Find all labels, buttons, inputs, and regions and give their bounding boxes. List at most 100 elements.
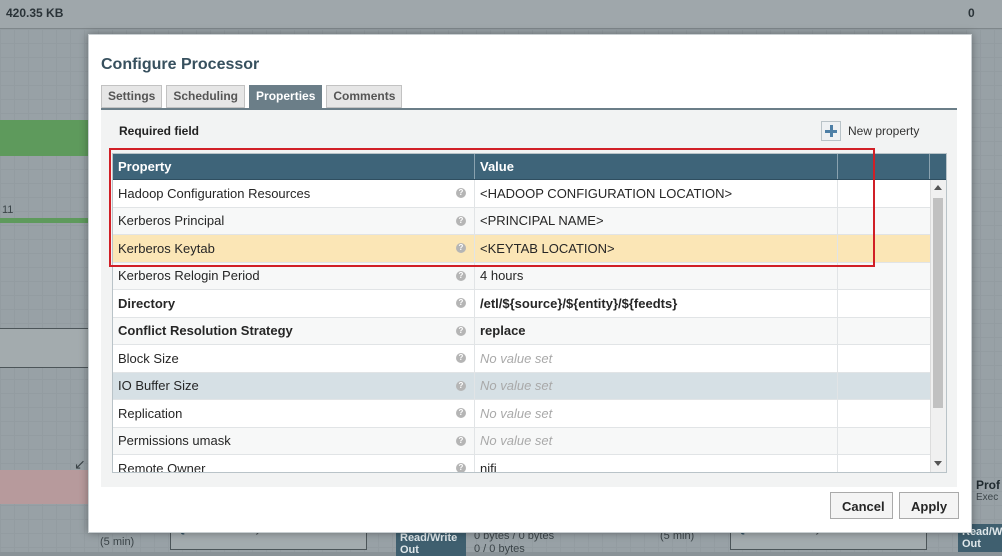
canvas-connection xyxy=(0,218,88,223)
tab-comments[interactable]: Comments xyxy=(326,85,403,108)
property-value-cell[interactable]: /etl/${source}/${entity}/${feedts} xyxy=(475,290,838,317)
status-bar: 420.35 KB 0 xyxy=(0,0,1002,29)
plus-icon[interactable] xyxy=(821,121,841,141)
table-body: Hadoop Configuration Resources? <HADOOP C… xyxy=(113,180,930,473)
help-icon[interactable]: ? xyxy=(456,353,466,364)
table-scrollbar[interactable] xyxy=(930,180,946,472)
canvas-processor xyxy=(0,328,90,368)
table-row[interactable]: Conflict Resolution Strategy? replace xyxy=(113,317,930,345)
property-value: nifi xyxy=(480,460,497,473)
property-value: <HADOOP CONFIGURATION LOCATION> xyxy=(480,185,733,201)
new-property-label[interactable]: New property xyxy=(848,124,919,138)
property-value-cell[interactable]: No value set xyxy=(475,427,838,454)
help-icon[interactable]: ? xyxy=(456,380,466,391)
property-value-cell[interactable]: No value set xyxy=(475,400,838,427)
tab-properties[interactable]: Properties xyxy=(249,85,323,108)
exec-label: Exec xyxy=(976,492,999,503)
property-name-cell[interactable]: Kerberos Keytab? xyxy=(113,235,475,262)
table-row[interactable]: Kerberos Keytab? <KEYTAB LOCATION> xyxy=(113,235,930,263)
out-label: Out xyxy=(400,544,419,556)
properties-table: Property Value Hadoop Configuration Reso… xyxy=(112,153,947,473)
property-value-cell[interactable]: <HADOOP CONFIGURATION LOCATION> xyxy=(475,180,838,207)
flowfile-size: 420.35 KB xyxy=(6,6,64,20)
property-value-cell[interactable]: No value set xyxy=(475,345,838,372)
table-row[interactable]: Block Size? No value set xyxy=(113,345,930,373)
help-icon[interactable]: ? xyxy=(456,408,466,419)
scroll-thumb[interactable] xyxy=(933,198,943,408)
table-row[interactable]: Kerberos Principal? <PRINCIPAL NAME> xyxy=(113,207,930,235)
help-icon[interactable]: ? xyxy=(456,270,466,281)
cancel-button[interactable]: Cancel xyxy=(830,492,893,519)
property-actions-cell xyxy=(838,208,930,235)
property-value-cell[interactable]: <PRINCIPAL NAME> xyxy=(475,207,838,234)
property-value-cell[interactable]: replace xyxy=(475,317,838,344)
canvas-component xyxy=(0,120,88,156)
property-value: No value set xyxy=(480,433,553,449)
scroll-up-icon[interactable] xyxy=(934,185,942,190)
property-actions-cell xyxy=(838,428,930,455)
table-row[interactable]: IO Buffer Size? No value set xyxy=(113,372,930,400)
table-header: Property Value xyxy=(113,154,946,180)
help-icon[interactable]: ? xyxy=(456,215,466,226)
table-row[interactable]: Kerberos Relogin Period? 4 hours xyxy=(113,262,930,290)
property-name-cell[interactable]: Permissions umask? xyxy=(113,427,475,454)
canvas-count: 11 xyxy=(2,204,14,216)
property-value-cell[interactable]: nifi xyxy=(475,455,838,473)
read-write-badge: Read/Write Out xyxy=(396,530,466,556)
property-actions-cell xyxy=(838,455,930,472)
help-icon[interactable]: ? xyxy=(456,243,466,254)
apply-button[interactable]: Apply xyxy=(899,492,959,519)
property-actions-cell xyxy=(838,235,930,262)
property-name: Block Size xyxy=(118,350,179,366)
property-name-cell[interactable]: Directory? xyxy=(113,290,475,317)
property-name-cell[interactable]: Replication? xyxy=(113,400,475,427)
help-icon[interactable]: ? xyxy=(456,463,466,472)
property-name: Kerberos Principal xyxy=(118,213,225,229)
property-actions-cell xyxy=(838,180,930,207)
help-icon[interactable]: ? xyxy=(456,325,466,336)
property-name: Replication xyxy=(118,405,183,421)
column-header-value[interactable]: Value xyxy=(475,154,838,179)
property-name-cell[interactable]: IO Buffer Size? xyxy=(113,372,475,399)
property-name: Kerberos Relogin Period xyxy=(118,268,260,284)
tab-scheduling[interactable]: Scheduling xyxy=(166,85,246,108)
canvas-component xyxy=(0,470,88,504)
property-value-cell[interactable]: 4 hours xyxy=(475,262,838,289)
help-icon[interactable]: ? xyxy=(456,188,466,199)
property-name-cell[interactable]: Kerberos Principal? xyxy=(113,207,475,234)
property-actions-cell xyxy=(838,263,930,290)
property-value-cell[interactable]: No value set xyxy=(475,372,838,399)
property-name-cell[interactable]: Hadoop Configuration Resources? xyxy=(113,180,475,207)
table-row[interactable]: Remote Owner? nifi xyxy=(113,455,930,473)
status-counter: 0 xyxy=(968,6,975,20)
property-value-cell[interactable]: <KEYTAB LOCATION> xyxy=(475,235,838,262)
property-name: Directory xyxy=(118,295,176,311)
property-name: Permissions umask xyxy=(118,433,231,449)
property-name: Conflict Resolution Strategy xyxy=(118,323,293,339)
column-header-actions xyxy=(838,154,930,179)
property-value: <KEYTAB LOCATION> xyxy=(480,240,615,256)
new-property-button[interactable]: New property xyxy=(821,121,919,141)
scroll-down-icon[interactable] xyxy=(934,461,942,466)
property-name-cell[interactable]: Kerberos Relogin Period? xyxy=(113,262,475,289)
property-value: <PRINCIPAL NAME> xyxy=(480,213,604,229)
table-row[interactable]: Permissions umask? No value set xyxy=(113,427,930,455)
property-name: IO Buffer Size xyxy=(118,378,199,394)
table-row[interactable]: Replication? No value set xyxy=(113,400,930,428)
table-row[interactable]: Hadoop Configuration Resources? <HADOOP C… xyxy=(113,180,930,208)
property-value: /etl/${source}/${entity}/${feedts} xyxy=(480,295,678,311)
column-header-property[interactable]: Property xyxy=(113,154,475,179)
dialog-title: Configure Processor xyxy=(101,56,260,73)
property-name-cell[interactable]: Remote Owner? xyxy=(113,455,475,473)
property-actions-cell xyxy=(838,290,930,317)
help-icon[interactable]: ? xyxy=(456,298,466,309)
tab-settings[interactable]: Settings xyxy=(101,85,163,108)
help-icon[interactable]: ? xyxy=(456,435,466,446)
property-name: Remote Owner xyxy=(118,460,206,473)
property-value: replace xyxy=(480,323,526,339)
table-row[interactable]: Directory? /etl/${source}/${entity}/${fee… xyxy=(113,290,930,318)
property-name-cell[interactable]: Block Size? xyxy=(113,345,475,372)
property-name: Kerberos Keytab xyxy=(118,240,215,256)
property-name-cell[interactable]: Conflict Resolution Strategy? xyxy=(113,317,475,344)
property-value: No value set xyxy=(480,350,553,366)
